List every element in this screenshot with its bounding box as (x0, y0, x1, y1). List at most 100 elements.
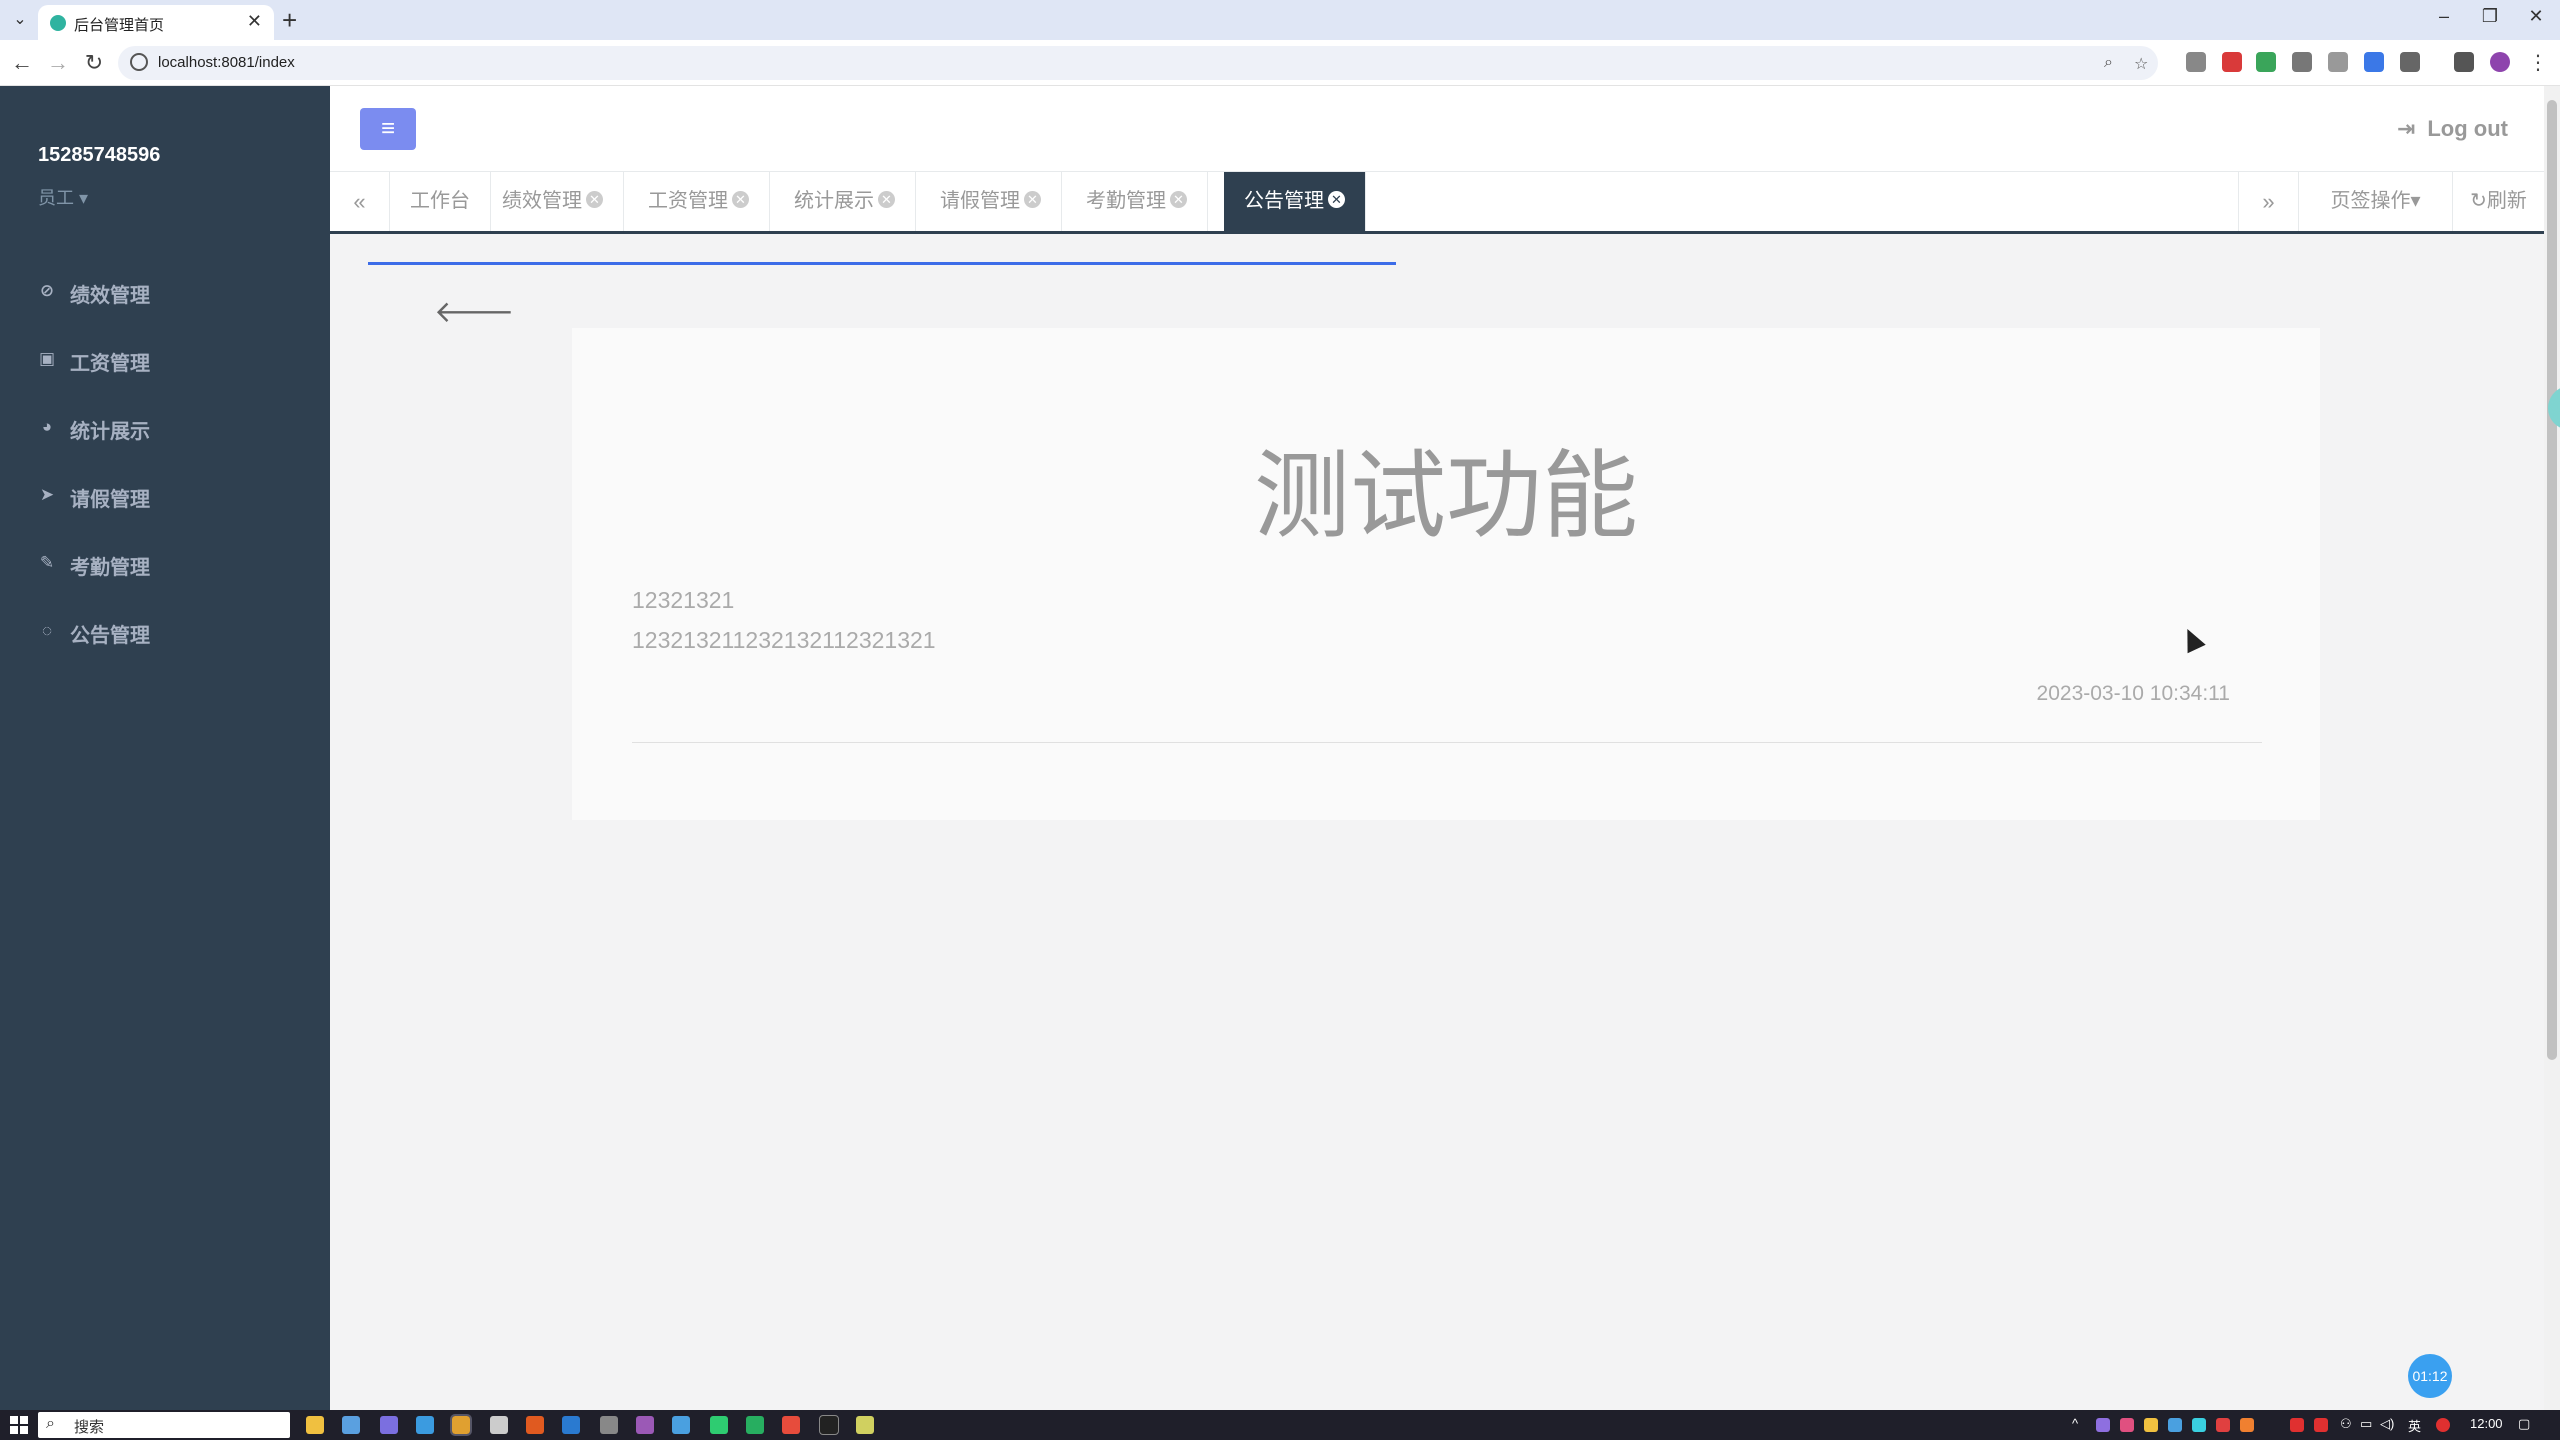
menu-toggle-button[interactable]: ≡ (360, 108, 416, 150)
sidebar-item-performance[interactable]: ⊘ 绩效管理 (0, 262, 330, 322)
floating-timer-badge[interactable]: 01:12 (2408, 1354, 2452, 1398)
notification-icon[interactable]: ▢ (2518, 1416, 2530, 1432)
firefox-icon[interactable] (526, 1416, 544, 1434)
tab-salary[interactable]: 工资管理 ✕ (628, 172, 770, 231)
profile-avatar-icon[interactable] (2490, 52, 2510, 72)
sidebar-item-attendance[interactable]: ✎ 考勤管理 (0, 534, 330, 594)
close-tab-icon[interactable]: ✕ (878, 191, 895, 209)
taskbar-search-field[interactable]: ⌕ 搜索 (38, 1412, 290, 1438)
app-icon[interactable] (380, 1416, 398, 1434)
intellij-icon[interactable] (819, 1415, 839, 1435)
tab-leave[interactable]: 请假管理 ✕ (920, 172, 1062, 231)
window-close-icon[interactable]: ✕ (2516, 6, 2556, 27)
app-icon[interactable] (636, 1416, 654, 1434)
settings-icon[interactable] (490, 1416, 508, 1434)
volume-icon[interactable]: ◁) (2380, 1416, 2394, 1432)
tab-performance[interactable]: 绩效管理 ✕ (482, 172, 624, 231)
app-icon[interactable] (782, 1416, 800, 1434)
tab-notice[interactable]: 公告管理 ✕ (1224, 172, 1366, 231)
tray-app-icon[interactable] (2144, 1418, 2158, 1432)
translate-extension-icon[interactable] (2364, 52, 2384, 72)
tab-search-chevron-icon[interactable]: ⌄ (8, 8, 32, 32)
app-icon[interactable] (746, 1416, 764, 1434)
tab-statistics[interactable]: 统计展示 ✕ (774, 172, 916, 231)
user-role-dropdown[interactable]: 员工 ▾ (38, 184, 88, 210)
side-panel-icon[interactable] (2454, 52, 2474, 72)
wechat-icon[interactable] (710, 1416, 728, 1434)
sidebar-item-notice[interactable]: ◌ 公告管理 (0, 602, 330, 662)
sidebar-item-salary[interactable]: ▣ 工资管理 (0, 330, 330, 390)
app-icon[interactable] (672, 1416, 690, 1434)
sogou-ime-icon[interactable] (2436, 1418, 2450, 1432)
page-tabs-bar: « 工作台 绩效管理 ✕ 工资管理 ✕ 统计展示 ✕ 请假管理 ✕ 考勤管理 ✕ 公告管理… (330, 172, 2544, 234)
close-tab-icon[interactable]: ✕ (1024, 191, 1041, 209)
shield-extension-icon[interactable] (2222, 52, 2242, 72)
tray-app-icon[interactable] (2240, 1418, 2254, 1432)
restore-icon[interactable]: ❐ (2470, 6, 2510, 27)
tab-label: 请假管理 (940, 190, 1020, 212)
filter-extension-icon[interactable] (2328, 52, 2348, 72)
puzzle-extensions-icon[interactable] (2400, 52, 2420, 72)
tab-operations-dropdown[interactable]: 页签操作▾ (2298, 172, 2452, 231)
tab-workbench[interactable]: 工作台 (390, 172, 491, 231)
search-icon: ⌕ (46, 1415, 55, 1432)
browser-tab[interactable]: 后台管理首页 ✕ (38, 5, 274, 40)
close-tab-icon[interactable]: ✕ (1170, 191, 1187, 209)
app-icon[interactable] (342, 1416, 360, 1434)
tab-attendance[interactable]: 考勤管理 ✕ (1066, 172, 1208, 231)
site-info-icon[interactable] (130, 53, 148, 71)
tray-app-icon[interactable] (2314, 1418, 2328, 1432)
tray-app-icon[interactable] (2168, 1418, 2182, 1432)
zoom-icon[interactable]: ⌕ (2104, 54, 2113, 72)
tabs-scroll-left-icon[interactable]: « (330, 172, 390, 231)
sidebar-item-leave[interactable]: ➤ 请假管理 (0, 466, 330, 526)
close-tab-icon[interactable]: ✕ (586, 191, 603, 209)
minimize-icon[interactable]: – (2424, 6, 2464, 27)
tray-app-icon[interactable] (2290, 1418, 2304, 1432)
new-tab-button[interactable]: + (282, 5, 297, 36)
notice-timestamp: 2023-03-10 10:34:11 (2036, 682, 2230, 705)
more-menu-icon[interactable]: ⋮ (2524, 50, 2552, 75)
tab-label: 公告管理 (1244, 190, 1324, 212)
bookmark-star-icon[interactable]: ☆ (2134, 54, 2148, 74)
chrome-icon[interactable] (450, 1414, 472, 1436)
page-scrollbar[interactable] (2544, 86, 2560, 1410)
tray-app-icon[interactable] (2096, 1418, 2110, 1432)
back-arrow-icon[interactable]: 🡐 (434, 294, 514, 330)
green-extension-icon[interactable] (2256, 52, 2276, 72)
tray-app-icon[interactable] (2192, 1418, 2206, 1432)
screenshot-extension-icon[interactable] (2186, 52, 2206, 72)
reload-icon[interactable]: ↻ (80, 50, 108, 76)
logout-link[interactable]: ⇥ Log out (2397, 116, 2508, 142)
url-text[interactable]: localhost:8081/index (158, 54, 295, 71)
tray-people-icon[interactable]: ⚇ (2340, 1416, 2352, 1432)
app-icon[interactable] (600, 1416, 618, 1434)
forward-icon[interactable]: → (44, 50, 72, 76)
app-icon[interactable] (416, 1416, 434, 1434)
close-tab-icon[interactable]: ✕ (1328, 191, 1345, 209)
copy-extension-icon[interactable] (2292, 52, 2312, 72)
back-icon[interactable]: ← (8, 50, 36, 76)
tray-app-icon[interactable] (2120, 1418, 2134, 1432)
close-tab-icon[interactable]: ✕ (247, 11, 262, 32)
pie-chart-icon: ◕ (41, 417, 53, 436)
tabs-scroll-right-icon[interactable]: » (2238, 172, 2298, 231)
notice-title: 测试功能 (1254, 443, 1638, 550)
vscode-icon[interactable] (562, 1416, 580, 1434)
windows-start-icon[interactable] (10, 1416, 28, 1434)
network-icon[interactable]: ▭ (2360, 1416, 2372, 1432)
sidebar-item-statistics[interactable]: ◕ 统计展示 (0, 398, 330, 458)
ime-indicator[interactable]: 英 (2408, 1416, 2421, 1435)
taskbar-clock[interactable]: 12:00 (2470, 1416, 2503, 1431)
file-explorer-icon[interactable] (306, 1416, 324, 1434)
tab-label: 绩效管理 (502, 190, 582, 212)
close-tab-icon[interactable]: ✕ (732, 191, 749, 209)
tray-app-icon[interactable] (2216, 1418, 2230, 1432)
notepad-icon[interactable] (856, 1416, 874, 1434)
refresh-button[interactable]: ↻刷新 (2452, 172, 2544, 231)
tray-chevron-icon[interactable]: ^ (2072, 1416, 2078, 1431)
sidebar-item-label: 公告管理 (70, 625, 150, 647)
scrollbar-thumb[interactable] (2547, 100, 2557, 1060)
comment-icon: ◌ (41, 621, 53, 640)
url-field[interactable]: localhost:8081/index ⌕ ☆ (118, 46, 2158, 80)
